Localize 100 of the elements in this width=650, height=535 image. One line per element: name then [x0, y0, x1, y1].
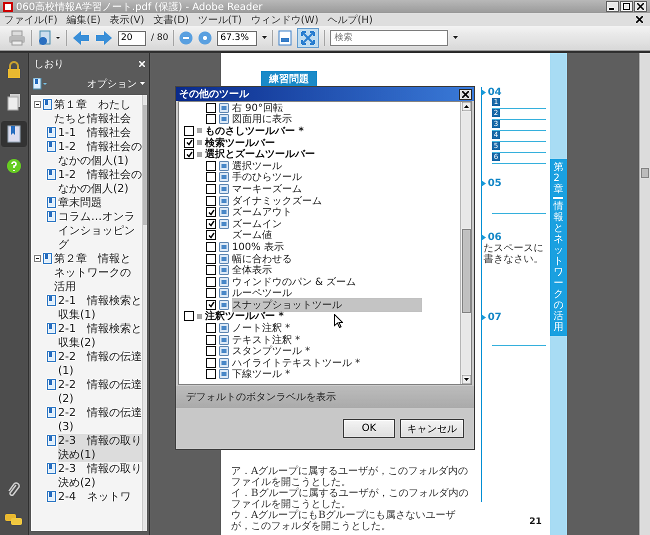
bookmark-item[interactable]: 1-2 情報社会のなかの個人(1)	[34, 140, 142, 168]
scroll-thumb[interactable]	[143, 105, 147, 225]
checkbox[interactable]	[206, 242, 216, 252]
menu-item[interactable]: ウィンドウ(W)	[250, 12, 318, 26]
close-icon[interactable]	[637, 3, 644, 10]
tool-row[interactable]: 手のひらツール	[184, 172, 460, 184]
checkbox[interactable]	[184, 126, 194, 136]
checkbox[interactable]	[206, 184, 216, 194]
search-field[interactable]: 検索	[330, 30, 448, 46]
tool-row[interactable]: ズーム値	[184, 230, 460, 242]
fit-page-icon[interactable]	[278, 30, 292, 46]
tool-row[interactable]: ハイライトテキストツール *	[184, 357, 460, 369]
bookmark-item[interactable]: 2-2 情報の伝達(1)	[34, 350, 142, 378]
tool-row[interactable]: 図面用に表示	[184, 114, 460, 126]
checkbox[interactable]	[206, 288, 216, 298]
dialog-button[interactable]: キャンセル	[400, 419, 464, 438]
collapse-icon[interactable]	[34, 101, 41, 108]
close-button[interactable]	[459, 88, 472, 100]
tool-row[interactable]: 幅に合わせる	[184, 252, 460, 264]
bookmark-item[interactable]: 章末問題	[34, 196, 142, 210]
menu-item[interactable]: 文書(D)	[153, 12, 189, 26]
bookmark-item[interactable]: 1-1 情報社会	[34, 126, 142, 140]
document-share-icon[interactable]	[37, 30, 61, 46]
checkbox[interactable]	[206, 196, 216, 206]
options-button[interactable]: オプション	[87, 77, 145, 91]
checkbox[interactable]	[206, 323, 216, 334]
bookmark-item[interactable]: 2-1 情報検索と収集(1)	[34, 294, 142, 322]
tool-row[interactable]: 全体表示	[184, 264, 460, 276]
tool-row[interactable]: ノート注釈 *	[184, 322, 460, 334]
checkbox[interactable]	[206, 265, 216, 276]
caret-icon[interactable]	[140, 82, 145, 86]
lock-icon[interactable]	[6, 61, 22, 79]
tool-row[interactable]: スタンプツール *	[184, 345, 460, 358]
checkbox[interactable]	[206, 114, 216, 124]
checkbox[interactable]	[206, 172, 216, 182]
checkbox[interactable]	[206, 358, 216, 368]
previous-page-icon[interactable]	[72, 30, 90, 46]
scroll-thumb[interactable]	[641, 168, 649, 178]
tool-row[interactable]: テキスト注釈 *	[184, 334, 460, 346]
bookmark-item[interactable]: 2-2 情報の伝達(3)	[34, 406, 142, 434]
tool-row[interactable]: ズームイン	[184, 218, 460, 230]
bookmark-icon[interactable]	[7, 125, 21, 143]
scrollbar[interactable]	[639, 53, 650, 535]
tool-row[interactable]: 100% 表示	[184, 241, 460, 253]
tool-row[interactable]: マーキーズーム	[184, 183, 460, 195]
menu-item[interactable]: 表示(V)	[110, 12, 144, 26]
checkbox[interactable]	[206, 276, 216, 287]
scrollbar[interactable]	[142, 95, 147, 531]
bookmark-item[interactable]: 2-3 情報の取り決め(1)	[34, 434, 142, 462]
bookmark-item[interactable]: 1-2 情報社会のなかの個人(2)	[34, 168, 142, 196]
menu-item[interactable]: ファイル(F)	[4, 12, 58, 26]
bookmark-item[interactable]: 2-3 情報の取り決め(2)	[34, 462, 142, 490]
bookmark-menu-icon[interactable]	[33, 78, 47, 90]
minimize-button[interactable]	[606, 1, 619, 12]
close-icon[interactable]	[636, 16, 643, 23]
full-screen-button[interactable]	[297, 28, 320, 48]
scroll-thumb[interactable]	[462, 229, 470, 313]
bookmark-item[interactable]: 第２章 情報とネットワークの活用	[34, 252, 142, 294]
zoom-out-icon[interactable]	[179, 31, 194, 45]
checkbox[interactable]	[206, 346, 216, 356]
comments-icon[interactable]	[5, 513, 23, 527]
bookmarks-button[interactable]	[1, 121, 27, 147]
bookmark-item[interactable]: コラム…オンラインショッピング	[34, 210, 142, 252]
page-number-field[interactable]: 20	[118, 30, 146, 46]
zoom-field[interactable]: 67.3%	[217, 30, 258, 46]
dialog-button[interactable]: OK	[343, 419, 395, 438]
scroll-up-icon[interactable]	[462, 102, 470, 111]
pages-icon[interactable]	[7, 93, 21, 111]
checkbox[interactable]	[206, 254, 216, 264]
tool-row[interactable]: ズームアウト	[184, 206, 460, 218]
checkbox[interactable]	[206, 230, 216, 240]
zoom-in-icon[interactable]	[198, 31, 212, 45]
maximize-button[interactable]	[620, 1, 633, 12]
maximize-icon[interactable]	[623, 3, 630, 10]
scrollbar[interactable]	[460, 102, 471, 384]
checkbox[interactable]	[206, 300, 216, 310]
next-page-icon[interactable]	[95, 30, 113, 46]
tool-row[interactable]: 選択ツール	[184, 160, 460, 172]
close-button[interactable]	[634, 1, 647, 12]
help-icon[interactable]	[7, 159, 21, 173]
checkbox[interactable]	[206, 334, 216, 345]
bookmark-item[interactable]: 2-1 情報検索と収集(2)	[34, 322, 142, 350]
checkbox[interactable]	[206, 102, 216, 113]
menu-item[interactable]: ツール(T)	[198, 12, 242, 26]
tool-row[interactable]: ウィンドウのパン & ズーム	[184, 276, 460, 288]
menu-item[interactable]: ヘルプ(H)	[327, 12, 373, 26]
checkbox[interactable]	[206, 369, 216, 380]
tool-row[interactable]: 下線ツール *	[184, 368, 460, 380]
scroll-down-icon[interactable]	[462, 375, 470, 384]
checkbox[interactable]	[206, 160, 216, 171]
collapse-icon[interactable]	[34, 255, 41, 262]
tool-row[interactable]: ルーペツール	[184, 288, 460, 300]
caret-icon[interactable]	[453, 36, 458, 40]
bookmark-item[interactable]: 第１章 わたしたちと情報社会	[34, 98, 142, 126]
tool-row[interactable]: 右 90°回転	[184, 102, 460, 114]
checkbox[interactable]	[184, 311, 194, 322]
checkbox[interactable]	[206, 218, 216, 229]
tool-row[interactable]: ダイナミックズーム	[184, 194, 460, 206]
checkbox[interactable]	[184, 149, 194, 160]
checkbox[interactable]	[206, 207, 216, 218]
